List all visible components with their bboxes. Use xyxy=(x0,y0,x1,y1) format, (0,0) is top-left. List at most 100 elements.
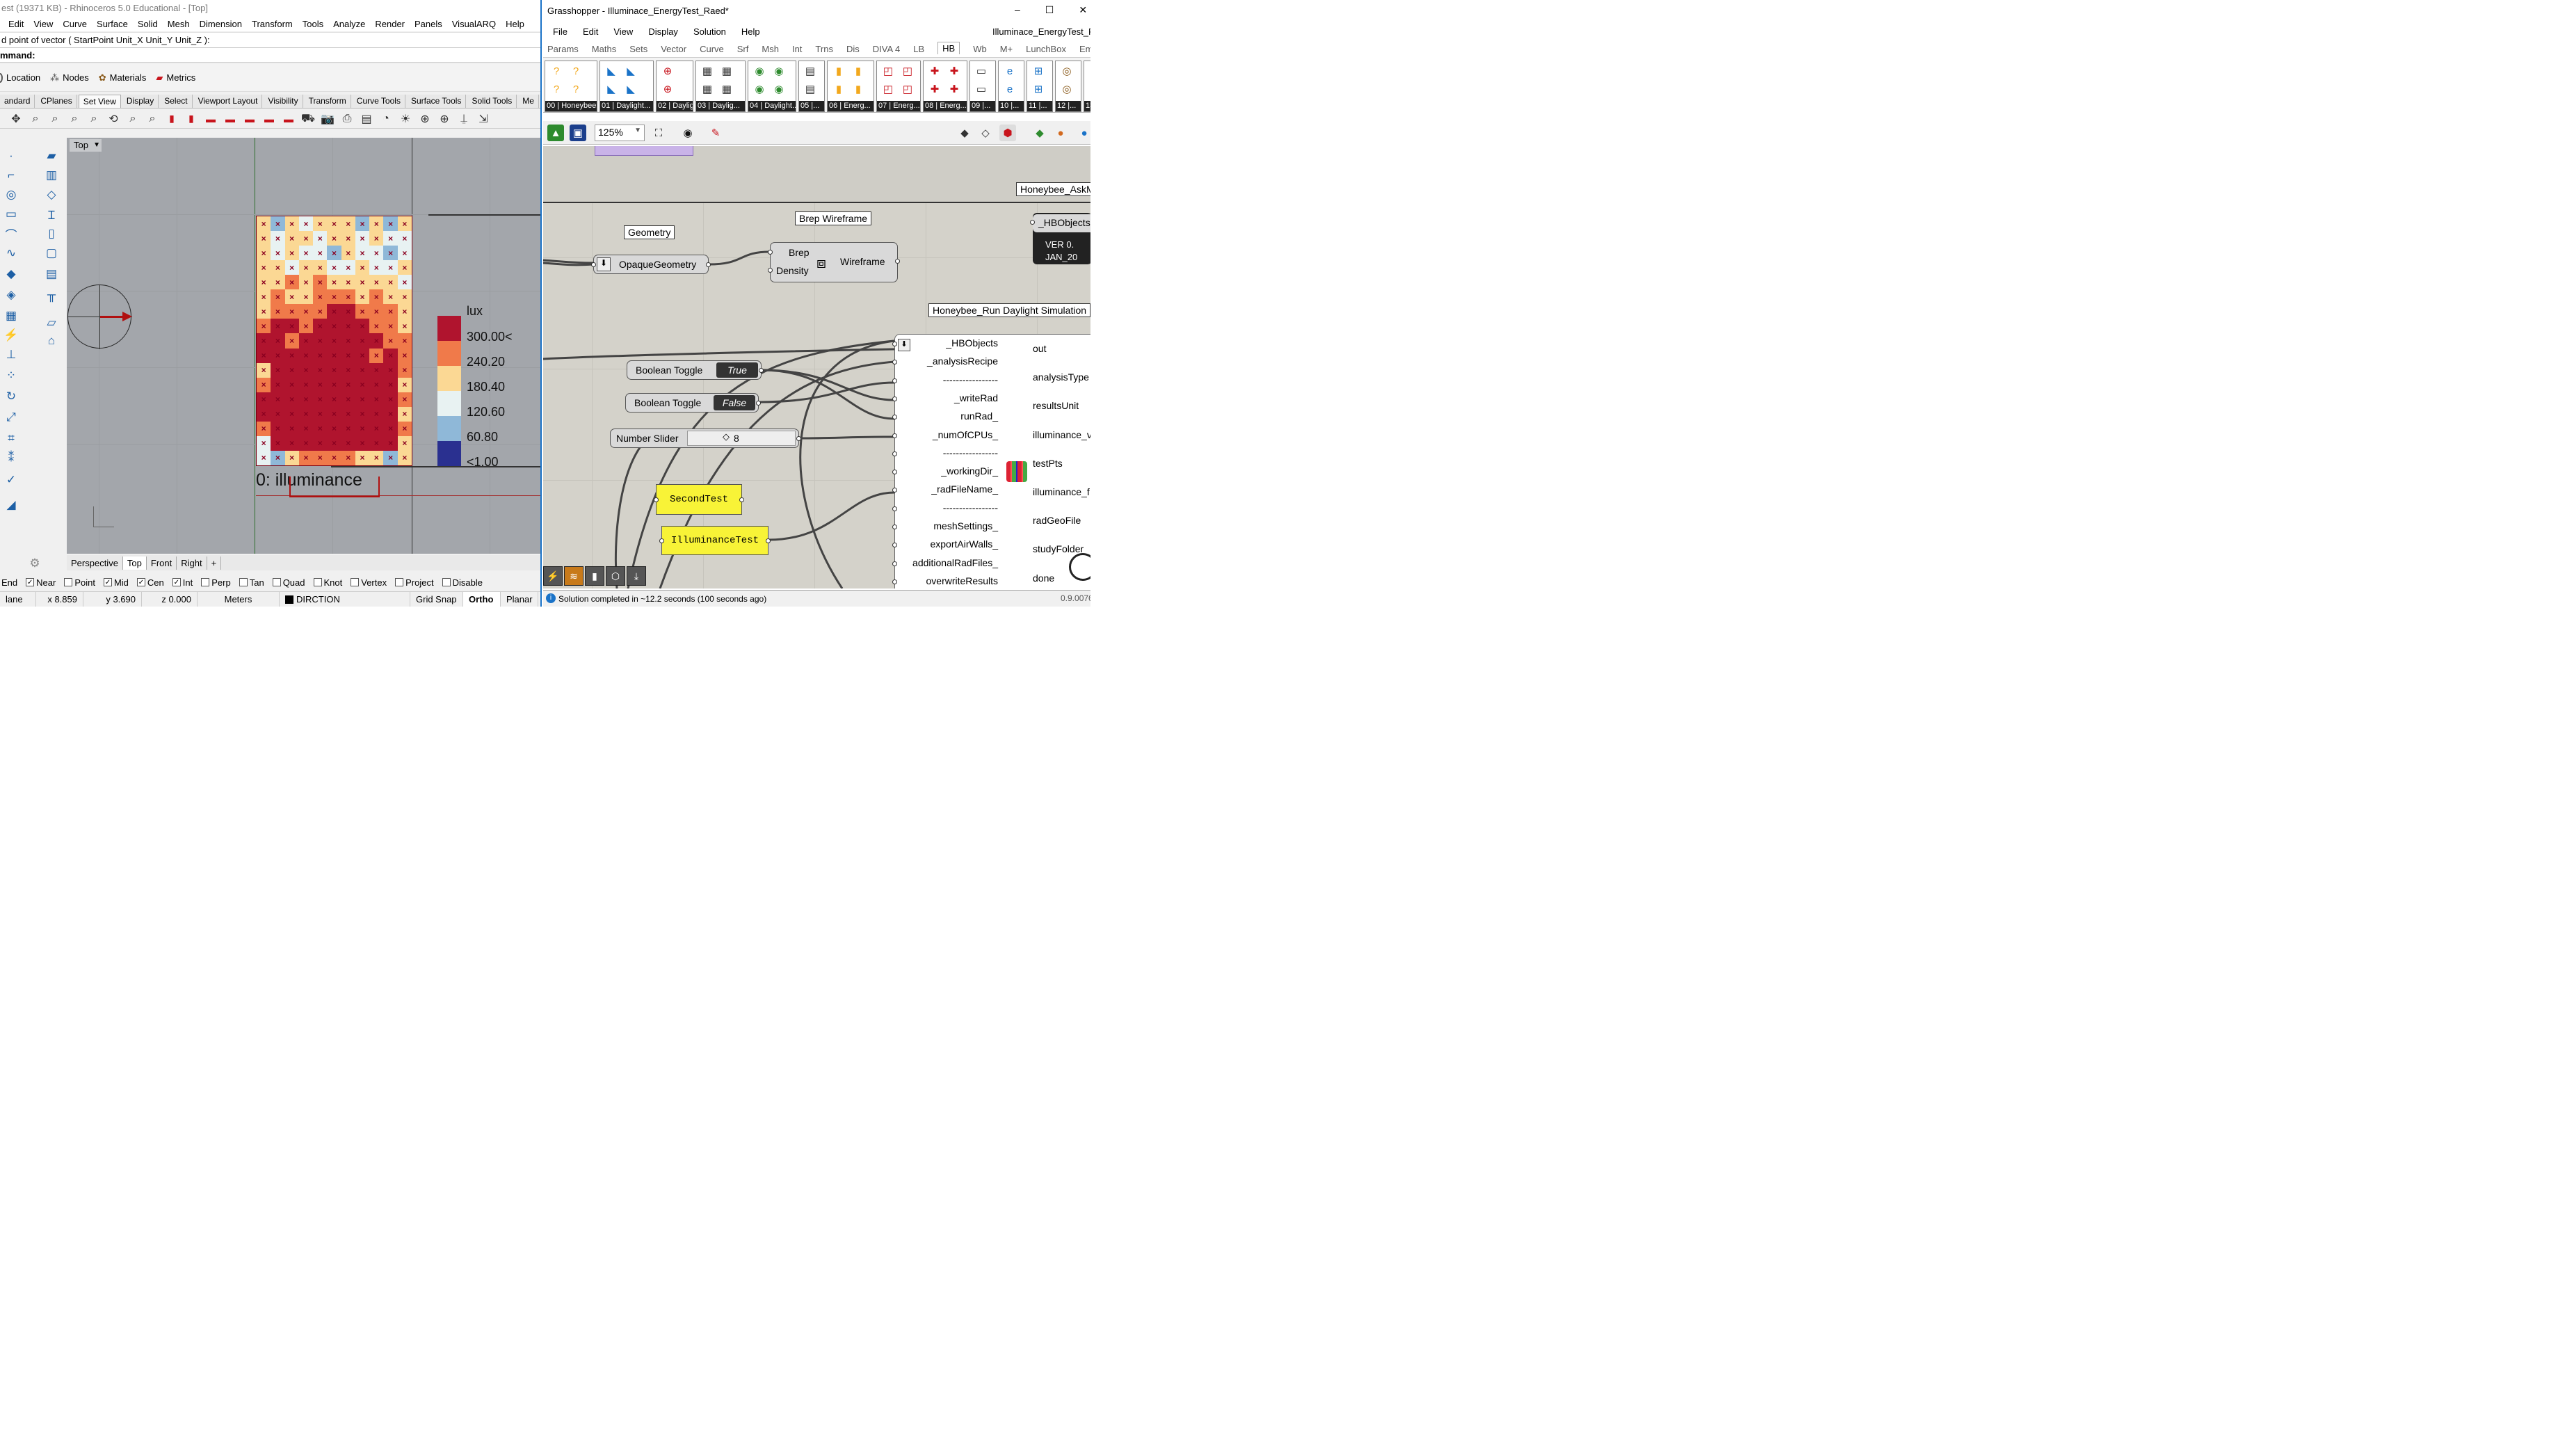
osnap-mid[interactable]: ✓ Mid xyxy=(103,577,129,588)
ortho-toggle[interactable]: Ortho xyxy=(463,592,501,607)
target-icon[interactable]: ⊕ xyxy=(417,111,433,127)
car-view5-icon[interactable]: ▬ xyxy=(281,111,296,127)
checkbox[interactable] xyxy=(272,578,281,586)
gh-tab-hb[interactable]: HB xyxy=(937,42,960,54)
rectangle-tool-icon[interactable]: ▭ xyxy=(3,206,19,223)
tab-visibility[interactable]: Visibility xyxy=(264,95,303,108)
sun-icon[interactable]: ☀ xyxy=(398,111,413,127)
chevron-down-icon[interactable]: ▼ xyxy=(93,139,100,152)
component-icon[interactable]: ✚ xyxy=(946,63,963,79)
input-port[interactable] xyxy=(892,396,897,401)
gh-menu-edit[interactable]: Edit xyxy=(583,26,598,37)
folder-icon[interactable]: ▤ xyxy=(359,111,374,127)
move-tool-icon[interactable]: ⊥ xyxy=(3,346,19,363)
component-icon[interactable]: ? xyxy=(548,63,565,79)
tab-front[interactable]: Front xyxy=(147,556,177,570)
tab-perspective[interactable]: Perspective xyxy=(67,556,123,570)
tab-standard[interactable]: andard xyxy=(0,95,35,108)
osnap-end[interactable]: End xyxy=(1,577,17,588)
input-port[interactable] xyxy=(892,415,897,420)
input-port[interactable] xyxy=(892,561,897,566)
open-file-icon[interactable]: ▲ xyxy=(547,125,564,141)
preview-selected-icon[interactable]: ◆ xyxy=(1031,125,1048,141)
column-tool-icon[interactable]: Ɪ xyxy=(43,206,60,223)
output-port[interactable] xyxy=(706,262,711,267)
close-icon[interactable]: ✕ xyxy=(1079,4,1087,16)
component-icon[interactable]: ◉ xyxy=(771,81,787,97)
component-icon[interactable]: ▮ xyxy=(830,63,847,79)
ribbon-group[interactable]: ✚ ✚ ✚ ✚ 08 | Energ... xyxy=(923,61,967,112)
hb-askme-component[interactable]: _HBObjects VER 0. JAN_20 xyxy=(1030,213,1090,264)
output-port[interactable] xyxy=(756,401,761,406)
ribbon-group[interactable]: ⊞ ⊞ 11 |... xyxy=(1027,61,1053,112)
menu-visualarq[interactable]: VisualARQ xyxy=(452,19,496,29)
output-port[interactable] xyxy=(759,368,764,373)
railing-tool-icon[interactable]: ╥ xyxy=(43,287,60,303)
component-icon[interactable]: ✚ xyxy=(926,63,943,79)
slab-tool-icon[interactable]: ▥ xyxy=(43,167,60,184)
input-port[interactable] xyxy=(591,262,596,267)
zoom-window-icon[interactable]: ⌕ xyxy=(67,111,82,127)
tab-transform[interactable]: Transform xyxy=(305,95,351,108)
menu-view[interactable]: View xyxy=(33,19,53,29)
ladybug-icon[interactable]: ≋ xyxy=(564,566,583,586)
boolean-toggle-true[interactable]: Boolean Toggle True xyxy=(627,360,764,380)
ribbon-group[interactable]: ▦ ▦ ▦ ▦ 03 | Daylig... xyxy=(695,61,746,112)
ribbon-group[interactable]: ◉ ◉ ◉ ◉ 04 | Daylight... xyxy=(748,61,796,112)
preview-wire-icon[interactable]: ◇ xyxy=(977,125,994,141)
input-port[interactable] xyxy=(768,268,773,273)
menu-help[interactable]: Help xyxy=(506,19,524,29)
current-layer[interactable]: DIRCTION xyxy=(280,592,410,607)
python-icon[interactable]: ⚡ xyxy=(543,566,563,586)
window-tool-icon[interactable]: ▢ xyxy=(43,245,60,262)
gh-tab-lunchbox[interactable]: LunchBox xyxy=(1026,44,1066,54)
tab-right[interactable]: Right xyxy=(177,556,207,570)
add-viewport-button[interactable]: + xyxy=(207,556,222,570)
tab-display[interactable]: Display xyxy=(122,95,159,108)
gh-menu-display[interactable]: Display xyxy=(648,26,678,37)
metrics-button[interactable]: ▰ Metrics xyxy=(156,72,195,83)
component-icon[interactable]: ◎ xyxy=(1058,81,1075,97)
point-tool-icon[interactable]: · xyxy=(3,147,19,164)
input-port[interactable] xyxy=(892,360,897,365)
component-icon[interactable]: ◣ xyxy=(622,63,639,79)
tab-viewport-layout[interactable]: Viewport Layout xyxy=(194,95,263,108)
save-icon[interactable]: ▣ xyxy=(570,125,586,141)
check-tool-icon[interactable]: ✓ xyxy=(3,472,19,488)
component-icon[interactable]: ? xyxy=(567,63,584,79)
gh-menu-file[interactable]: File xyxy=(553,26,567,37)
checkbox[interactable]: ✓ xyxy=(136,578,145,586)
gh-tab-sets[interactable]: Sets xyxy=(629,44,647,54)
gh-menu-view[interactable]: View xyxy=(613,26,633,37)
tab-surface-tools[interactable]: Surface Tools xyxy=(407,95,467,108)
grid-snap-toggle[interactable]: Grid Snap xyxy=(410,592,463,607)
gh-tab-m-[interactable]: M+ xyxy=(1000,44,1013,54)
component-icon[interactable]: ▤ xyxy=(1087,63,1091,79)
checkbox[interactable]: ✓ xyxy=(172,578,181,586)
ribbon-group[interactable]: ▮ ▮ ▮ ▮ 06 | Energ... xyxy=(827,61,874,112)
analyze-tool-icon[interactable]: ⌗ xyxy=(3,430,19,447)
chevron-down-icon[interactable]: ▼ xyxy=(634,127,641,134)
checkbox[interactable]: ✓ xyxy=(103,578,112,586)
grasshopper-canvas[interactable]: Honeybee_AskM _HBObjects VER 0. JAN_20 G… xyxy=(543,146,1090,589)
blue-sphere-icon[interactable]: ● xyxy=(1076,125,1090,141)
nodes-button[interactable]: ⁂ Nodes xyxy=(50,72,89,83)
gh-tab-msh[interactable]: Msh xyxy=(762,44,779,54)
component-icon[interactable]: ▤ xyxy=(802,81,819,97)
output-port[interactable] xyxy=(739,497,744,502)
component-icon[interactable]: ◰ xyxy=(880,63,896,79)
preview-shaded-icon[interactable]: ⬢ xyxy=(999,125,1016,141)
output-port[interactable] xyxy=(766,538,771,543)
input-port[interactable] xyxy=(659,538,664,543)
gh-tab-lb[interactable]: LB xyxy=(913,44,924,54)
target2-icon[interactable]: ⊕ xyxy=(437,111,452,127)
component-icon[interactable]: ◣ xyxy=(603,63,620,79)
gh-tab-wb[interactable]: Wb xyxy=(973,44,987,54)
gh-tab-vector[interactable]: Vector xyxy=(661,44,686,54)
tab-set-view[interactable]: Set View xyxy=(78,95,121,108)
input-port[interactable] xyxy=(768,250,773,255)
component-icon[interactable]: ▭ xyxy=(973,81,990,97)
gh-tab-dis[interactable]: Dis xyxy=(846,44,860,54)
car-view3-icon[interactable]: ▬ xyxy=(242,111,257,127)
menu-edit[interactable]: Edit xyxy=(8,19,24,29)
